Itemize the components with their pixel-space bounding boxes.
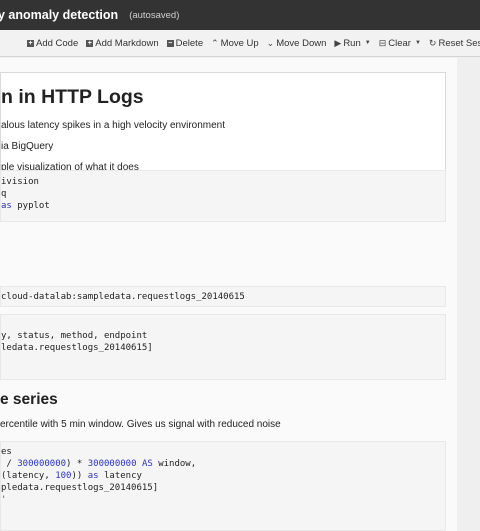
run-button[interactable]: ▶ Run ▼ — [334, 38, 370, 49]
code-line: as pyplot — [1, 201, 50, 211]
caret-down-icon: ▼ — [414, 40, 421, 46]
code-line: cloud-datalab:sampledata.requestlogs_201… — [1, 292, 245, 302]
code-line: q — [1, 189, 7, 199]
code-line: ' — [1, 495, 7, 505]
clear-label: Clear — [388, 37, 411, 49]
move-up-button[interactable]: ⌃ Move Up — [211, 38, 259, 49]
code-cell-window-query[interactable]: es / 300000000) * 300000000 AS window, (… — [0, 441, 446, 531]
move-up-label: Move Up — [220, 37, 259, 49]
code-line: y, status, method, endpoint — [1, 331, 148, 341]
code-line: es — [1, 447, 12, 457]
chevron-up-icon: ⌃ — [211, 37, 219, 48]
section-description: ercentile with 5 min window. Gives us si… — [0, 419, 281, 430]
delete-label: Delete — [175, 37, 204, 49]
caret-down-icon: ▼ — [364, 40, 371, 46]
move-down-label: Move Down — [276, 37, 327, 49]
notebook-title[interactable]: y anomaly detection — [0, 8, 118, 22]
minus-icon: − — [166, 39, 174, 47]
intro-heading: n in HTTP Logs — [1, 86, 144, 108]
intro-line: alous latency spikes in a high velocity … — [1, 120, 226, 131]
code-cell-query[interactable]: y, status, method, endpoint ledata.reque… — [0, 314, 446, 380]
play-icon: ▶ — [334, 37, 342, 48]
right-gutter — [457, 58, 480, 531]
clear-button[interactable]: ⊟ Clear ▼ — [379, 38, 421, 49]
intro-line: ia BigQuery — [1, 141, 54, 152]
move-down-button[interactable]: ⌄ Move Down — [267, 38, 327, 49]
reset-session-button[interactable]: ↻ Reset Session — [429, 38, 480, 49]
autosave-status: (autosaved) — [129, 9, 180, 21]
code-line: ivision — [1, 177, 39, 187]
title-bar: y anomaly detection (autosaved) — [0, 0, 480, 30]
notebook-page: n in HTTP Logs alous latency spikes in a… — [0, 58, 457, 531]
delete-button[interactable]: − Delete — [166, 37, 204, 49]
add-markdown-label: Add Markdown — [95, 37, 159, 49]
code-line: / 300000000) * 300000000 AS window, — [1, 459, 197, 469]
code-line: (latency, 100)) as latency — [1, 471, 142, 481]
add-code-button[interactable]: + Add Code — [27, 38, 78, 49]
code-cell-imports[interactable]: ivision q as pyplot — [0, 170, 446, 222]
code-line: ledata.requestlogs_20140615] — [1, 343, 153, 353]
notebook-toolbar: + Add Code + Add Markdown − Delete ⌃ Mov… — [0, 30, 480, 57]
code-cell-table[interactable]: cloud-datalab:sampledata.requestlogs_201… — [0, 286, 446, 307]
code-line: pledata.requestlogs_20140615] — [1, 483, 159, 493]
refresh-icon: ↻ — [428, 37, 437, 48]
add-code-label: Add Code — [36, 37, 79, 49]
section-heading: e series — [0, 391, 58, 408]
reset-session-label: Reset Session — [438, 37, 480, 49]
add-markdown-button[interactable]: + Add Markdown — [86, 37, 159, 49]
clear-icon: ⊟ — [378, 37, 387, 48]
run-label: Run — [343, 37, 361, 49]
chevron-down-icon: ⌄ — [266, 37, 275, 48]
plus-icon: + — [27, 39, 34, 47]
plus-icon: + — [86, 39, 94, 47]
